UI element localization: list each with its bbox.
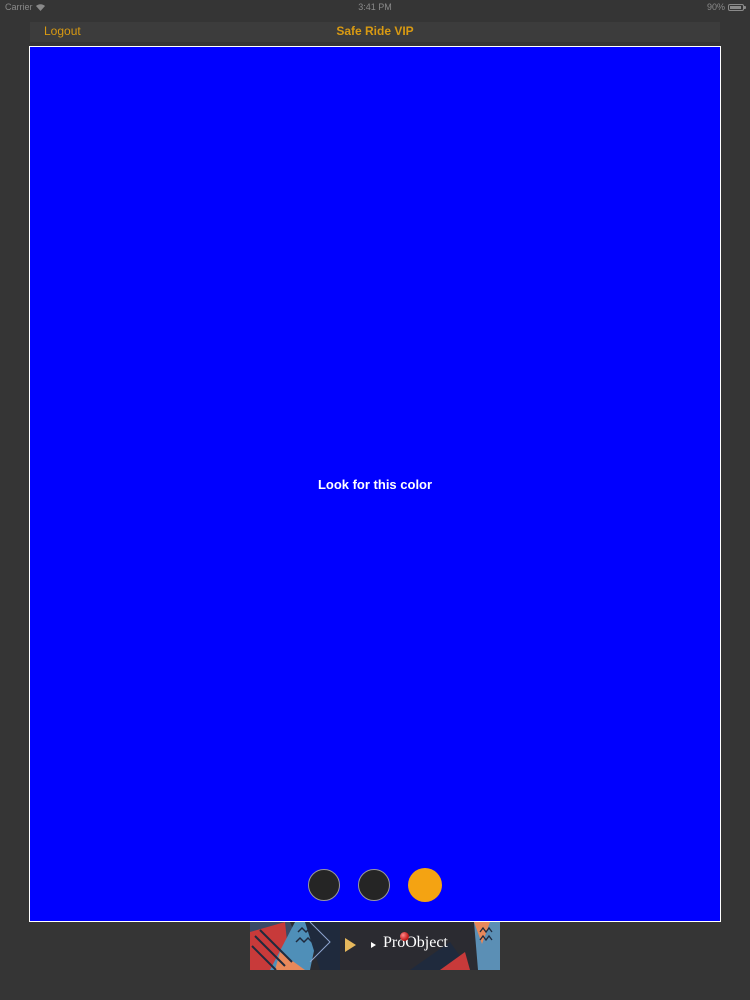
battery-percent: 90% bbox=[706, 2, 725, 12]
ad-pattern-left bbox=[250, 922, 340, 970]
page-dot-3-active[interactable] bbox=[408, 868, 442, 902]
nav-title: Safe Ride VIP bbox=[336, 24, 414, 38]
page-indicator bbox=[30, 868, 720, 902]
play-icon bbox=[345, 938, 356, 952]
page-dot-2[interactable] bbox=[358, 869, 390, 901]
small-arrow-icon bbox=[371, 942, 376, 948]
logo-ball-icon bbox=[400, 932, 409, 941]
status-time: 3:41 PM bbox=[358, 2, 392, 12]
battery-icon bbox=[728, 3, 746, 11]
navigation-bar: Logout Safe Ride VIP bbox=[30, 22, 720, 42]
page-dot-1[interactable] bbox=[308, 869, 340, 901]
ad-brand: ProObject bbox=[383, 934, 448, 951]
status-right: 90% bbox=[706, 2, 746, 12]
battery-fill bbox=[730, 5, 741, 9]
app-screen: Carrier 3:41 PM 90% Logout Safe Ride VIP… bbox=[0, 0, 750, 1000]
color-prompt: Look for this color bbox=[317, 477, 433, 492]
ad-banner[interactable]: ProObject bbox=[250, 922, 500, 970]
status-bar: Carrier 3:41 PM 90% bbox=[0, 0, 750, 14]
color-panel[interactable]: Look for this color bbox=[29, 46, 721, 922]
